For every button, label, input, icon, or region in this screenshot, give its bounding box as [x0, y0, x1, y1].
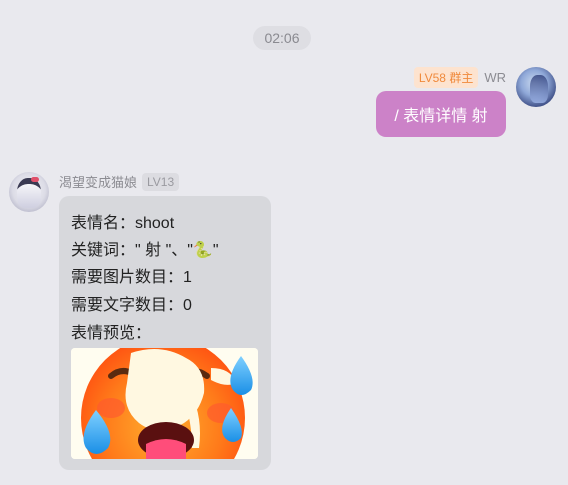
emoji-keywords-line: 关键词：" 射 "、"🐍": [71, 242, 219, 259]
hot-face-emoji-icon: [71, 348, 258, 459]
emoji-name-line: 表情名：shoot: [71, 215, 175, 232]
outgoing-message-bubble[interactable]: / 表情详情 射: [376, 91, 506, 137]
incoming-meta: 渴望变成猫娘 LV13: [59, 172, 180, 191]
required-text-line: 需要文字数目：0: [71, 297, 192, 314]
sender-name[interactable]: 渴望变成猫娘: [59, 172, 137, 191]
avatar-bow: [31, 177, 39, 182]
outgoing-meta: LV58 群主 WR: [413, 67, 506, 88]
incoming-message-bubble[interactable]: 表情名：shoot 关键词：" 射 "、"🐍" 需要图片数目：1 需要文字数目：…: [59, 196, 271, 470]
emoji-preview-image[interactable]: [71, 348, 258, 459]
avatar[interactable]: [516, 67, 556, 107]
avatar-figure: [530, 75, 548, 103]
level-badge: LV13: [142, 172, 180, 191]
avatar-figure: [17, 178, 41, 208]
avatar[interactable]: [9, 172, 49, 212]
sender-name[interactable]: WR: [484, 70, 506, 85]
emoji-preview-label: 表情预览：: [71, 325, 152, 342]
required-images-line: 需要图片数目：1: [71, 269, 192, 286]
timestamp: 02:06: [253, 26, 311, 50]
level-owner-badge: LV58 群主: [413, 67, 479, 88]
